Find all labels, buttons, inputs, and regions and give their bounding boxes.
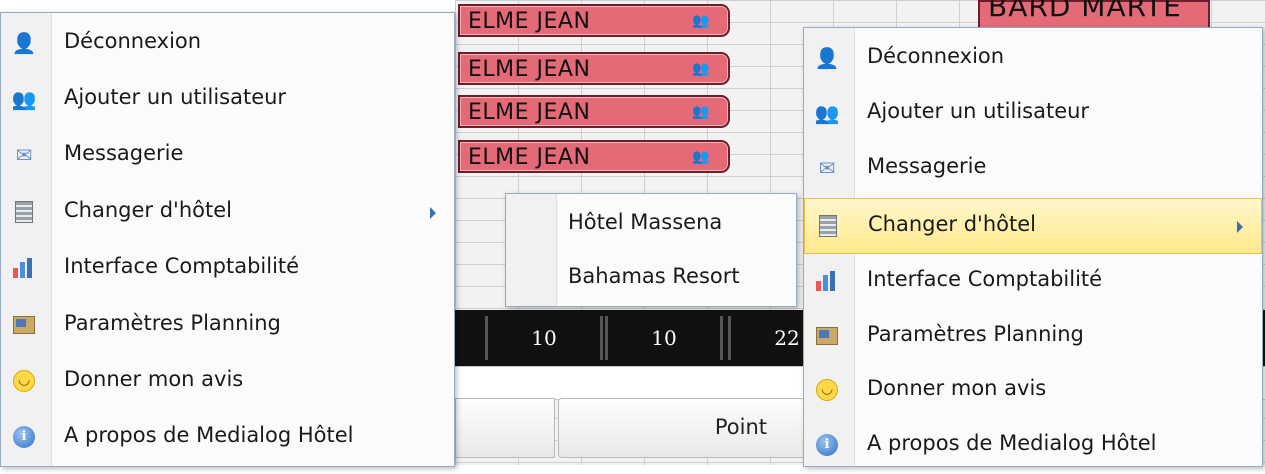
menu-item-parametres-planning[interactable]: Paramètres Planning bbox=[804, 309, 1262, 365]
bar-chart-icon bbox=[814, 268, 840, 294]
menu-item-donner-avis[interactable]: Donner mon avis bbox=[1, 354, 454, 410]
point-button-label: Point bbox=[714, 415, 767, 439]
menu-item-label: Paramètres Planning bbox=[867, 322, 1084, 346]
submenu-arrow-icon bbox=[430, 207, 436, 219]
menu-item-label: Paramètres Planning bbox=[64, 311, 281, 335]
menu-item-label: A propos de Medialog Hôtel bbox=[64, 423, 354, 447]
booking-name: BARD MARTE bbox=[988, 0, 1182, 23]
menu-item-label: Donner mon avis bbox=[867, 376, 1047, 400]
booking-block[interactable]: ELME JEAN 👥 bbox=[458, 95, 730, 128]
settings-icon bbox=[814, 323, 840, 349]
group-icon: 👥 bbox=[692, 13, 710, 29]
envelope-icon: ✉ bbox=[818, 156, 836, 180]
submenu-item-bahamas-resort[interactable]: Bahamas Resort bbox=[568, 264, 740, 288]
envelope-icon: ✉ bbox=[15, 143, 33, 167]
count-cell: 10 bbox=[485, 316, 603, 360]
booking-block[interactable]: ELME JEAN 👥 bbox=[458, 52, 730, 85]
booking-name: ELME JEAN bbox=[468, 100, 591, 125]
smiley-icon bbox=[11, 368, 37, 394]
submenu-item-hotel-massena[interactable]: Hôtel Massena bbox=[568, 210, 722, 234]
smiley-icon bbox=[814, 377, 840, 403]
settings-icon bbox=[11, 312, 37, 338]
menu-item-interface-comptabilite[interactable]: Interface Comptabilité bbox=[1, 241, 454, 297]
submenu-arrow-icon bbox=[1237, 221, 1243, 233]
bar-chart-icon bbox=[11, 255, 37, 281]
menu-icon-gutter bbox=[506, 194, 557, 306]
menu-item-add-user[interactable]: 👥 Ajouter un utilisateur bbox=[804, 86, 1262, 142]
menu-item-changer-hotel[interactable]: Changer d'hôtel bbox=[1, 185, 454, 241]
menu-item-changer-hotel[interactable]: Changer d'hôtel bbox=[804, 198, 1262, 254]
point-button[interactable]: Point bbox=[558, 398, 808, 458]
booking-name: ELME JEAN bbox=[468, 145, 591, 170]
menu-item-add-user[interactable]: 👥 Ajouter un utilisateur bbox=[1, 72, 454, 128]
menu-item-label: A propos de Medialog Hôtel bbox=[867, 431, 1157, 455]
booking-block[interactable]: ELME JEAN 👥 bbox=[458, 140, 730, 173]
menu-item-deconnexion[interactable]: 👤 Déconnexion bbox=[804, 31, 1262, 87]
menu-item-messagerie[interactable]: ✉ Messagerie bbox=[804, 141, 1262, 197]
count-cell: 10 bbox=[605, 316, 723, 360]
menu-item-label: Messagerie bbox=[867, 154, 987, 178]
menu-item-label: Ajouter un utilisateur bbox=[64, 85, 287, 109]
user-menu-left: 👤 Déconnexion 👥 Ajouter un utilisateur ✉… bbox=[0, 12, 455, 467]
add-users-icon: 👥 bbox=[814, 101, 840, 125]
menu-item-parametres-planning[interactable]: Paramètres Planning bbox=[1, 298, 454, 354]
add-users-icon: 👥 bbox=[11, 87, 37, 111]
booking-name: ELME JEAN bbox=[468, 9, 591, 34]
menu-item-donner-avis[interactable]: Donner mon avis bbox=[804, 363, 1262, 419]
menu-item-label: Donner mon avis bbox=[64, 367, 244, 391]
footer-button[interactable] bbox=[455, 398, 555, 458]
menu-item-label: Déconnexion bbox=[867, 44, 1005, 68]
menu-item-label: Ajouter un utilisateur bbox=[867, 99, 1090, 123]
group-icon: 👥 bbox=[692, 104, 710, 120]
menu-item-messagerie[interactable]: ✉ Messagerie bbox=[1, 128, 454, 184]
booking-name: ELME JEAN bbox=[468, 57, 591, 82]
menu-item-label: Déconnexion bbox=[64, 29, 202, 53]
menu-item-deconnexion[interactable]: 👤 Déconnexion bbox=[1, 16, 454, 72]
menu-item-label: Messagerie bbox=[64, 141, 184, 165]
menu-item-a-propos[interactable]: i A propos de Medialog Hôtel bbox=[1, 410, 454, 466]
menu-item-label: Changer d'hôtel bbox=[64, 198, 232, 222]
info-icon: i bbox=[11, 424, 37, 450]
user-logout-icon: 👤 bbox=[11, 31, 37, 55]
menu-item-a-propos[interactable]: i A propos de Medialog Hôtel bbox=[804, 418, 1262, 474]
hotel-building-icon bbox=[11, 199, 37, 225]
group-icon: 👥 bbox=[692, 61, 710, 77]
user-logout-icon: 👤 bbox=[814, 46, 840, 70]
user-menu-right: 👤 Déconnexion 👥 Ajouter un utilisateur ✉… bbox=[803, 27, 1263, 467]
menu-item-interface-comptabilite[interactable]: Interface Comptabilité bbox=[804, 254, 1262, 310]
menu-item-label: Changer d'hôtel bbox=[868, 212, 1036, 236]
hotel-submenu: Hôtel Massena Bahamas Resort bbox=[505, 193, 797, 307]
hotel-building-icon bbox=[815, 213, 841, 239]
group-icon: 👥 bbox=[692, 149, 710, 165]
info-icon: i bbox=[814, 432, 840, 458]
menu-item-label: Interface Comptabilité bbox=[867, 267, 1103, 291]
booking-block[interactable]: ELME JEAN 👥 bbox=[458, 4, 730, 37]
menu-item-label: Interface Comptabilité bbox=[64, 254, 300, 278]
